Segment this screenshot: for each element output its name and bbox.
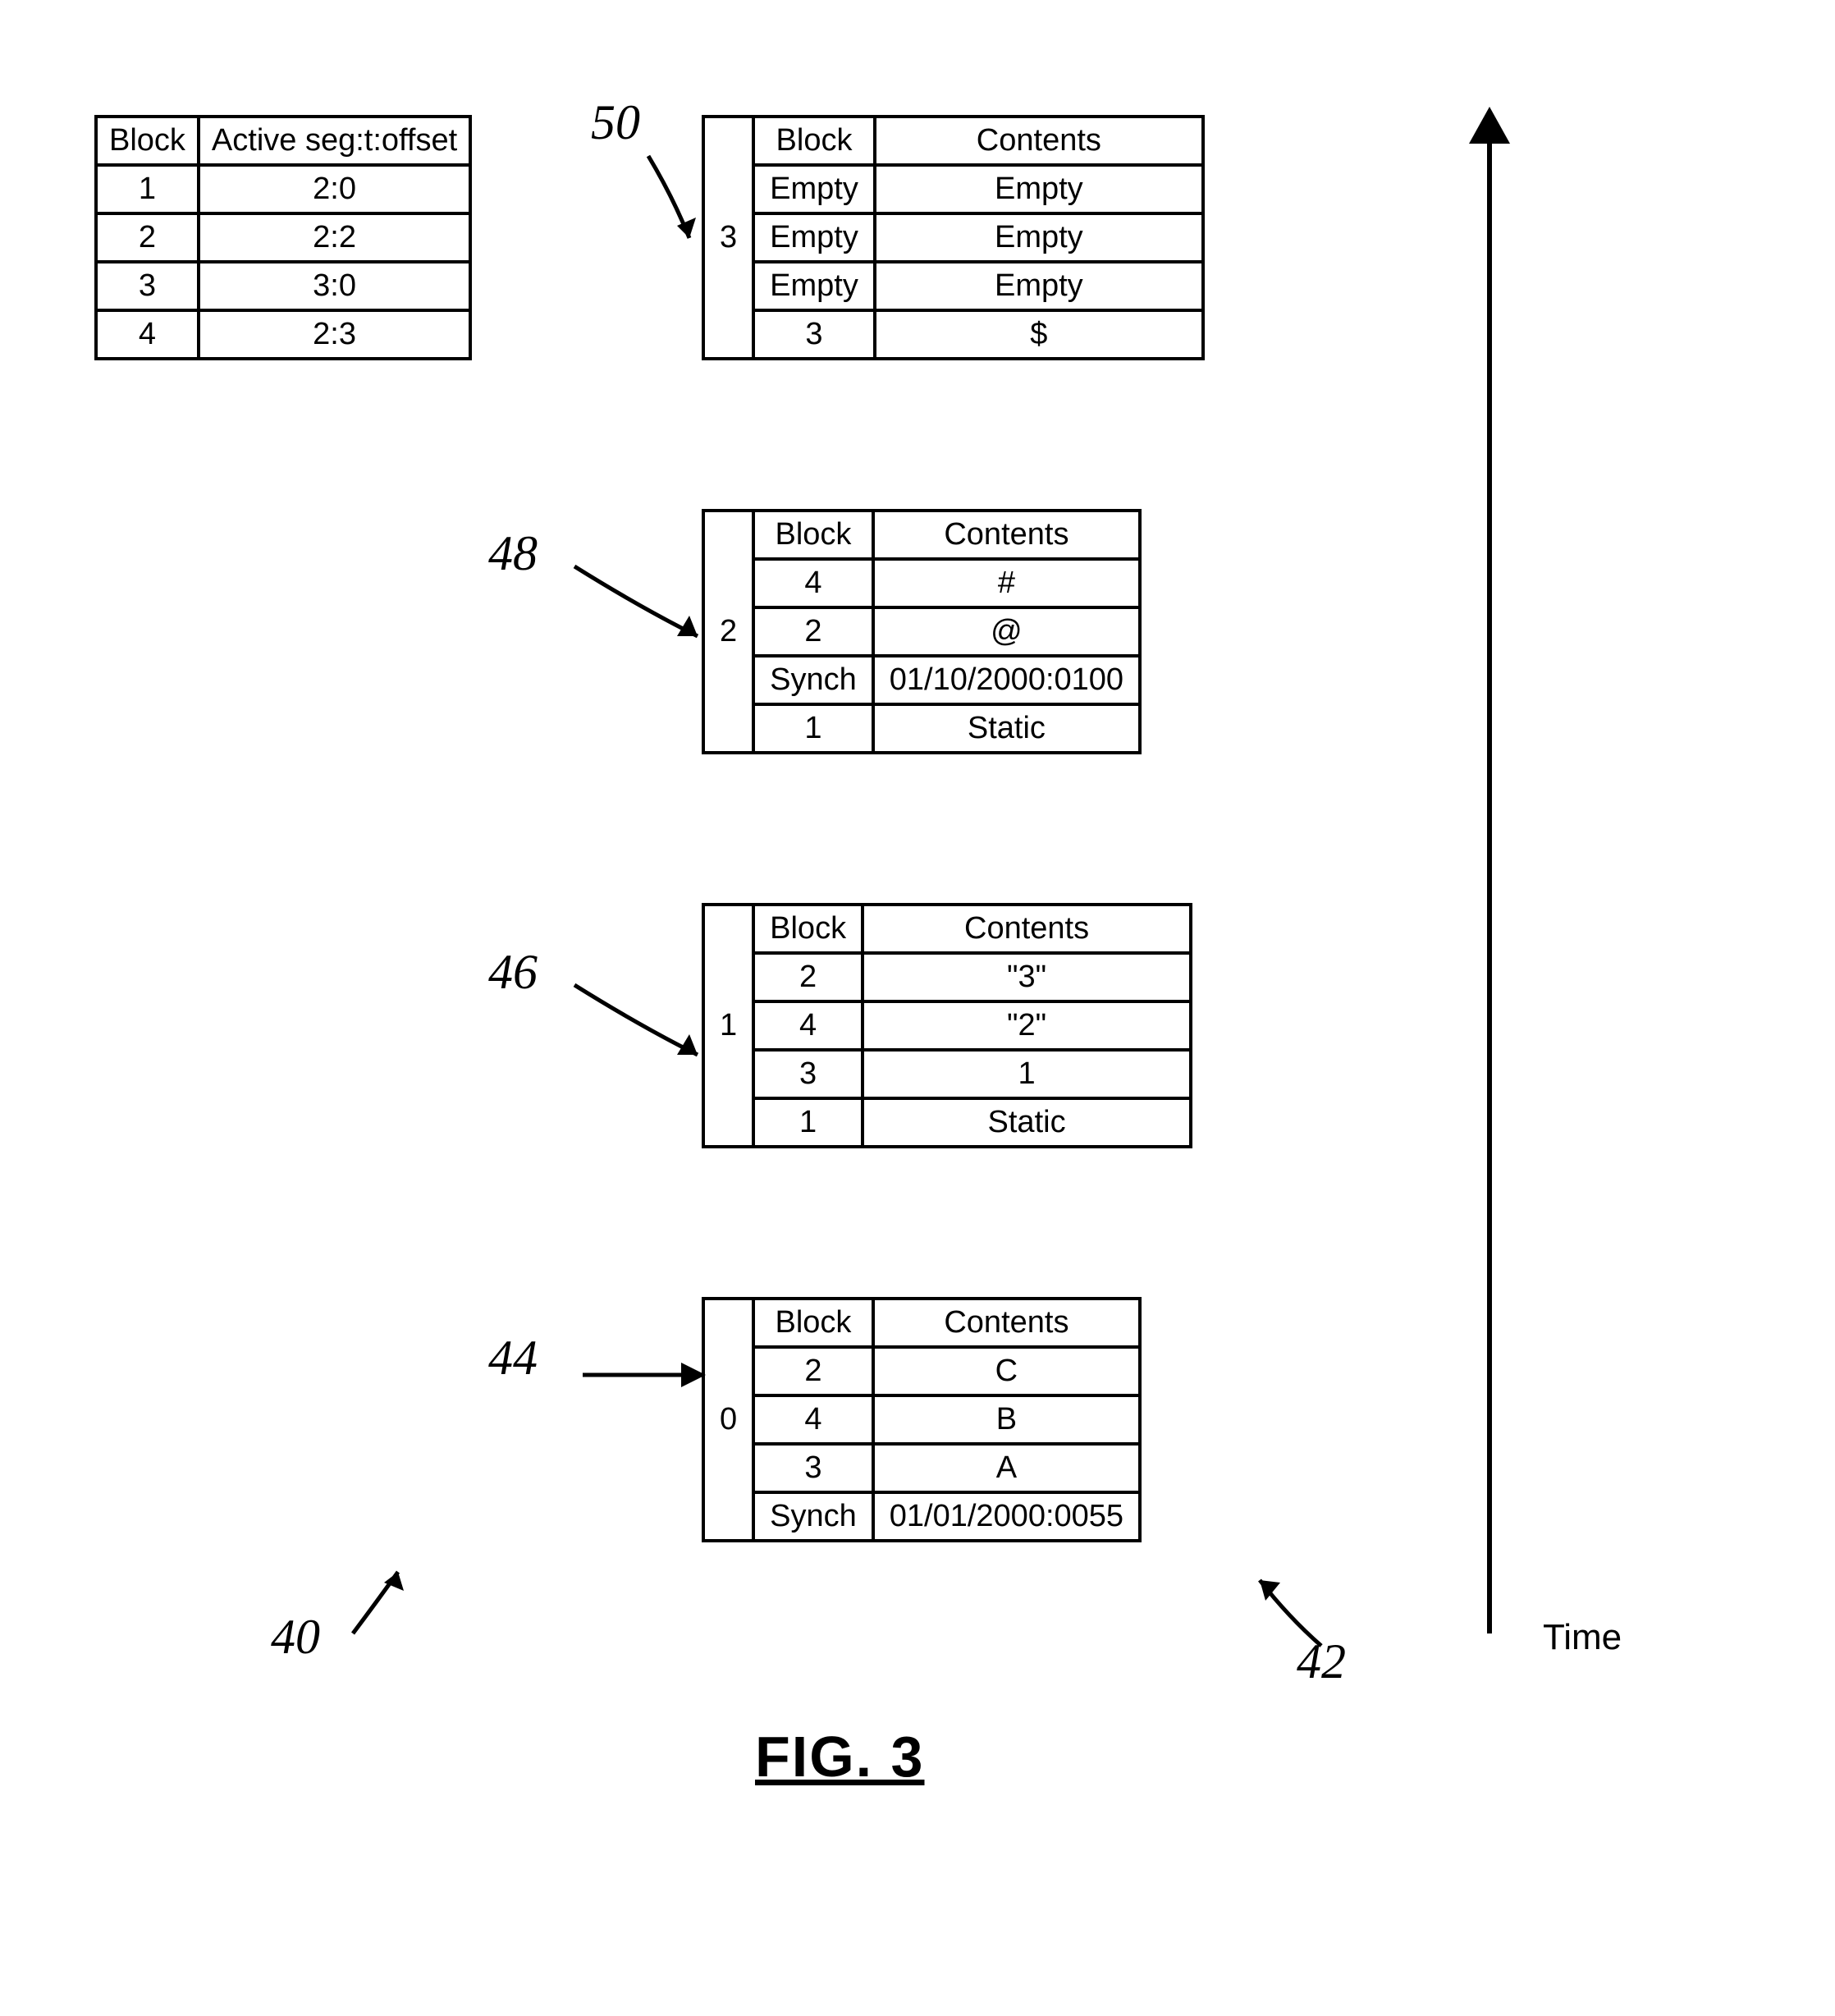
callout-44-leader bbox=[574, 1346, 714, 1404]
table-row: 4 B bbox=[703, 1395, 1140, 1444]
cell-block: 3 bbox=[753, 1050, 863, 1098]
cell-block: 1 bbox=[96, 165, 199, 213]
cell-block: Empty bbox=[753, 213, 875, 262]
callout-48-leader bbox=[566, 558, 714, 657]
cell-contents: 01/01/2000:0055 bbox=[873, 1492, 1140, 1541]
cell-block: 1 bbox=[753, 704, 873, 753]
segment-3-table: 3 Block Contents Empty Empty Empty Empty… bbox=[702, 115, 1205, 360]
callout-50: 50 bbox=[591, 94, 640, 151]
seg-header-block: Block bbox=[753, 117, 875, 165]
table-row: 3 A bbox=[703, 1444, 1140, 1492]
cell-contents: Empty bbox=[875, 262, 1203, 310]
cell-contents: 1 bbox=[863, 1050, 1191, 1098]
lookup-table: Block Active seg:t:offset 1 2:0 2 2:2 3 … bbox=[94, 115, 472, 360]
table-row: 2 "3" bbox=[703, 953, 1191, 1001]
cell-block: Synch bbox=[753, 656, 873, 704]
table-row: 2 2:2 bbox=[96, 213, 470, 262]
cell-block: 4 bbox=[753, 1001, 863, 1050]
table-row: 1 Static bbox=[703, 704, 1140, 753]
table-row: Synch 01/01/2000:0055 bbox=[703, 1492, 1140, 1541]
cell-block: 3 bbox=[96, 262, 199, 310]
cell-contents: 01/10/2000:0100 bbox=[873, 656, 1140, 704]
cell-block: 1 bbox=[753, 1098, 863, 1147]
cell-block: 2 bbox=[753, 953, 863, 1001]
cell-contents: Empty bbox=[875, 165, 1203, 213]
segment-2-table: 2 Block Contents 4 # 2 @ Synch 01/10/200… bbox=[702, 509, 1142, 754]
seg-header-block: Block bbox=[753, 905, 863, 953]
cell-contents: "3" bbox=[863, 953, 1191, 1001]
cell-contents: C bbox=[873, 1347, 1140, 1395]
cell-active: 2:0 bbox=[199, 165, 470, 213]
segment-number: 3 bbox=[703, 117, 753, 359]
cell-contents: @ bbox=[873, 607, 1140, 656]
callout-46-leader bbox=[566, 977, 714, 1075]
table-row: 1 2:0 bbox=[96, 165, 470, 213]
cell-active: 2:3 bbox=[199, 310, 470, 359]
callout-50-leader bbox=[632, 148, 706, 254]
cell-contents: B bbox=[873, 1395, 1140, 1444]
lookup-header-block: Block bbox=[96, 117, 199, 165]
table-row: 3 $ bbox=[703, 310, 1203, 359]
cell-contents: Static bbox=[873, 704, 1140, 753]
table-row: 2 C bbox=[703, 1347, 1140, 1395]
seg-header-contents: Contents bbox=[863, 905, 1191, 953]
cell-block: Synch bbox=[753, 1492, 873, 1541]
table-row: Empty Empty bbox=[703, 165, 1203, 213]
segment-number: 0 bbox=[703, 1299, 753, 1541]
seg-header-contents: Contents bbox=[873, 511, 1140, 559]
cell-block: Empty bbox=[753, 262, 875, 310]
cell-contents: Static bbox=[863, 1098, 1191, 1147]
table-row: 2 @ bbox=[703, 607, 1140, 656]
table-row: 4 "2" bbox=[703, 1001, 1191, 1050]
segment-2: 2 Block Contents 4 # 2 @ Synch 01/10/200… bbox=[702, 509, 1142, 754]
cell-contents: A bbox=[873, 1444, 1140, 1492]
table-row: 3 1 bbox=[703, 1050, 1191, 1098]
callout-46: 46 bbox=[488, 944, 538, 1001]
figure-label: FIG. 3 bbox=[755, 1724, 924, 1789]
cell-block: Empty bbox=[753, 165, 875, 213]
segment-3: 3 Block Contents Empty Empty Empty Empty… bbox=[702, 115, 1205, 360]
cell-block: 3 bbox=[753, 310, 875, 359]
cell-block: 2 bbox=[753, 1347, 873, 1395]
table-row: Empty Empty bbox=[703, 262, 1203, 310]
cell-active: 2:2 bbox=[199, 213, 470, 262]
callout-40-leader bbox=[345, 1560, 427, 1642]
seg-header-contents: Contents bbox=[873, 1299, 1140, 1347]
segment-0: 0 Block Contents 2 C 4 B 3 A Synch 01/01… bbox=[702, 1297, 1142, 1542]
segment-0-table: 0 Block Contents 2 C 4 B 3 A Synch 01/01… bbox=[702, 1297, 1142, 1542]
callout-48: 48 bbox=[488, 525, 538, 582]
cell-block: 2 bbox=[96, 213, 199, 262]
cell-block: 4 bbox=[753, 1395, 873, 1444]
lookup-header-active: Active seg:t:offset bbox=[199, 117, 470, 165]
cell-contents: $ bbox=[875, 310, 1203, 359]
cell-contents: # bbox=[873, 559, 1140, 607]
table-row: 4 # bbox=[703, 559, 1140, 607]
cell-contents: "2" bbox=[863, 1001, 1191, 1050]
cell-block: 4 bbox=[753, 559, 873, 607]
figure-3-diagram: Block Active seg:t:offset 1 2:0 2 2:2 3 … bbox=[0, 0, 1835, 2016]
callout-40: 40 bbox=[271, 1609, 320, 1665]
cell-block: 2 bbox=[753, 607, 873, 656]
time-axis-arrow bbox=[1444, 107, 1543, 1642]
seg-header-block: Block bbox=[753, 1299, 873, 1347]
seg-header-block: Block bbox=[753, 511, 873, 559]
table-row: 4 2:3 bbox=[96, 310, 470, 359]
callout-44: 44 bbox=[488, 1330, 538, 1386]
table-row: Synch 01/10/2000:0100 bbox=[703, 656, 1140, 704]
time-axis-label: Time bbox=[1543, 1617, 1622, 1658]
table-row: Empty Empty bbox=[703, 213, 1203, 262]
table-row: 3 3:0 bbox=[96, 262, 470, 310]
segment-1: 1 Block Contents 2 "3" 4 "2" 3 1 1 Stati… bbox=[702, 903, 1192, 1148]
cell-active: 3:0 bbox=[199, 262, 470, 310]
cell-block: 3 bbox=[753, 1444, 873, 1492]
seg-header-contents: Contents bbox=[875, 117, 1203, 165]
segment-1-table: 1 Block Contents 2 "3" 4 "2" 3 1 1 Stati… bbox=[702, 903, 1192, 1148]
table-row: 1 Static bbox=[703, 1098, 1191, 1147]
cell-block: 4 bbox=[96, 310, 199, 359]
callout-42-leader bbox=[1247, 1568, 1346, 1658]
cell-contents: Empty bbox=[875, 213, 1203, 262]
